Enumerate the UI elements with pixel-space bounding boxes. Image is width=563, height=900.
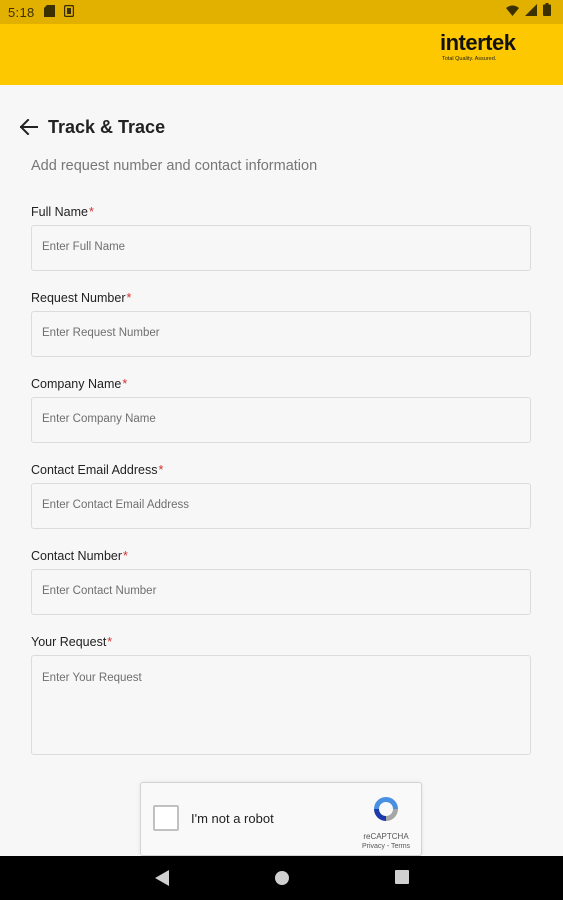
company-name-label-text: Company Name (31, 377, 122, 391)
battery-icon (543, 3, 551, 19)
recaptcha-widget: I'm not a robot reCAPTCHA Privacy - Term… (140, 782, 422, 856)
full-name-label-text: Full Name (31, 205, 88, 219)
your-request-label-text: Your Request (31, 635, 107, 649)
request-number-label-text: Request Number (31, 291, 126, 305)
nav-back-button[interactable] (155, 870, 169, 891)
status-bar: 5:18 (0, 0, 563, 24)
logo-wordmark: intertek (440, 30, 516, 55)
nav-home-button[interactable] (274, 870, 290, 891)
request-number-input[interactable]: Enter Request Number (31, 311, 531, 357)
full-name-placeholder: Enter Full Name (42, 241, 126, 253)
status-time: 5:18 (8, 4, 35, 20)
company-name-input[interactable]: Enter Company Name (31, 397, 531, 443)
recaptcha-checkbox[interactable] (153, 805, 179, 831)
contact-email-label-text: Contact Email Address (31, 463, 158, 477)
page-header: Track & Trace (18, 116, 165, 138)
wifi-icon (506, 4, 519, 19)
required-marker: * (123, 549, 128, 563)
required-marker: * (158, 463, 164, 477)
page-title: Track & Trace (48, 116, 166, 137)
sd-card-icon (43, 4, 55, 20)
required-marker: * (88, 205, 94, 219)
page-subtitle: Add request number and contact informati… (31, 158, 318, 174)
intertek-logo: intertek Total Quality. Assured. (440, 32, 540, 72)
required-marker: * (126, 291, 132, 305)
contact-number-label: Contact Number* (31, 549, 128, 563)
recaptcha-logo-area: reCAPTCHA Privacy - Terms (355, 793, 417, 850)
storage-icon (63, 4, 74, 20)
contact-email-input[interactable]: Enter Contact Email Address (31, 483, 531, 529)
contact-email-label: Contact Email Address* (31, 463, 163, 477)
square-recents-icon (395, 870, 409, 884)
full-name-input[interactable]: Enter Full Name (31, 225, 531, 271)
required-marker: * (107, 635, 113, 649)
app-bar: intertek Total Quality. Assured. (0, 24, 563, 85)
back-button[interactable] (18, 116, 40, 138)
recaptcha-links[interactable]: Privacy - Terms (355, 843, 417, 850)
signal-icon (525, 3, 537, 19)
your-request-label: Your Request* (31, 635, 112, 649)
logo-tagline: Total Quality. Assured. (442, 56, 497, 62)
recaptcha-label: I'm not a robot (191, 811, 274, 826)
company-name-placeholder: Enter Company Name (42, 413, 156, 425)
navigation-bar (0, 856, 563, 900)
circle-home-icon (275, 871, 289, 885)
required-marker: * (122, 377, 128, 391)
your-request-textarea[interactable]: Enter Your Request (31, 655, 531, 755)
contact-number-input[interactable]: Enter Contact Number (31, 569, 531, 615)
contact-number-placeholder: Enter Contact Number (42, 585, 157, 597)
your-request-placeholder: Enter Your Request (42, 672, 142, 684)
triangle-back-icon (155, 870, 169, 886)
recaptcha-brand: reCAPTCHA (363, 832, 409, 841)
company-name-label: Company Name* (31, 377, 127, 391)
contact-number-label-text: Contact Number (31, 549, 123, 563)
nav-recents-button[interactable] (395, 870, 409, 889)
contact-email-placeholder: Enter Contact Email Address (42, 499, 190, 511)
recaptcha-icon (374, 797, 398, 821)
request-number-label: Request Number* (31, 291, 131, 305)
arrow-left-icon (20, 119, 38, 135)
full-name-label: Full Name* (31, 205, 94, 219)
request-number-placeholder: Enter Request Number (42, 327, 160, 339)
